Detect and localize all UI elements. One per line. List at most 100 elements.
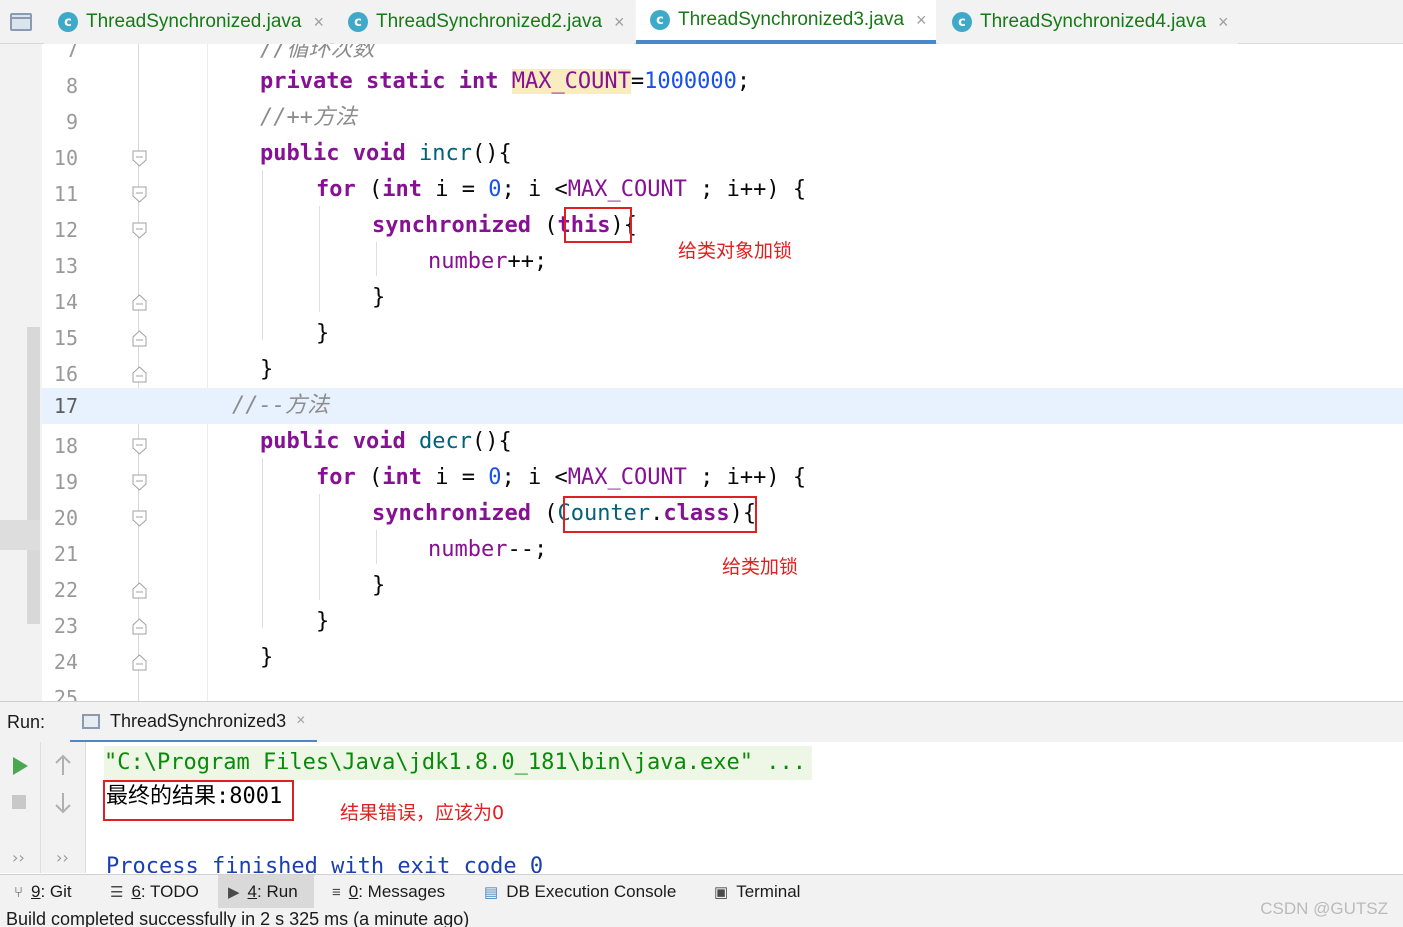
code-brace: } [372,285,386,310]
left-strip-marker [0,520,40,550]
code-comment: //++方法 [260,105,357,130]
code-brace: } [260,357,274,382]
java-class-icon: c [348,12,368,32]
expand-icon[interactable]: ›› [56,848,69,867]
fold-close-icon[interactable] [132,618,147,635]
tab-threadsynchronized3[interactable]: c ThreadSynchronized3.java × [636,0,936,44]
line-number: 10 [53,146,78,170]
run-tool-button[interactable]: ▶ 4: Run [218,875,314,909]
terminal-icon: ▣ [714,884,729,901]
code-brace: } [372,573,386,598]
close-icon[interactable]: × [313,12,324,33]
fold-open-icon[interactable] [132,150,147,167]
highlight-class-box [563,496,757,533]
code-brace: } [316,321,330,346]
fold-open-icon[interactable] [132,186,147,203]
line-number: 17 [53,394,78,418]
database-icon: ▤ [484,884,499,901]
code-line: 14 [42,284,1403,320]
tab-threadsynchronized4[interactable]: c ThreadSynchronized4.java × [938,0,1238,44]
terminal-tool-button[interactable]: ▣ Terminal [704,875,810,909]
line-number: 20 [53,506,78,530]
up-arrow-icon[interactable] [54,754,72,776]
tab-label: ThreadSynchronized.java [86,11,302,32]
line-number: 15 [53,326,78,350]
indent-guide [376,242,377,276]
messages-icon: ≡ [332,883,341,901]
status-bar: Build completed successfully in 2 s 325 … [0,908,1403,927]
line-number: 9 [65,110,78,134]
fold-open-icon[interactable] [132,474,147,491]
toolbar-separator [40,742,41,873]
code-max-count-decl: private static int MAX_COUNT=1000000; [260,69,751,94]
code-comment: //--方法 [232,393,329,418]
line-number: 7 [65,44,78,62]
fold-open-icon[interactable] [132,510,147,527]
indent-guide [262,170,263,340]
fold-close-icon[interactable] [132,330,147,347]
code-line: 23 [42,608,1403,644]
code-increment: number++; [428,249,548,274]
line-number: 13 [53,254,78,278]
line-number: 14 [53,290,78,314]
line-number: 8 [65,74,78,98]
messages-tool-button[interactable]: ≡ 0: Messages [322,875,455,909]
expand-icon[interactable]: ›› [12,848,25,867]
tab-threadsynchronized2[interactable]: c ThreadSynchronized2.java × [334,0,634,44]
close-icon[interactable]: × [1218,12,1229,33]
indent-guide [319,206,320,312]
code-line: 24 [42,644,1403,680]
code-method-decr: public void decr(){ [260,429,512,454]
editor-tab-bar: c ThreadSynchronized.java × c ThreadSync… [0,0,1403,44]
tab-label: ThreadSynchronized3.java [678,9,905,30]
console-exit-line: Process finished with exit code 0 [106,854,544,873]
code-line: 16 [42,356,1403,392]
fold-close-icon[interactable] [132,654,147,671]
close-icon[interactable]: × [296,712,305,730]
close-icon[interactable]: × [614,12,625,33]
tool-window-bar: ⑂ 9: Git ☰ 6: TODO ▶ 4: Run ≡ 0: Messages ▤ D… [0,874,1403,909]
console-command-line: "C:\Program Files\Java\jdk1.8.0_181\bin\… [104,746,812,780]
line-number: 22 [53,578,78,602]
db-console-tool-button[interactable]: ▤ DB Execution Console [474,875,686,909]
java-class-icon: c [650,10,670,30]
annotation-class: 给类加锁 [722,556,799,578]
run-toolbar: ›› ›› [0,742,86,873]
code-line: 10 [42,140,1403,176]
highlight-result-box [103,780,294,821]
left-strip-scrollbar[interactable] [27,327,40,624]
code-line: 25 [42,680,1403,701]
watermark: CSDN @GUTSZ [1260,899,1388,918]
line-number: 12 [53,218,78,242]
todo-tool-button[interactable]: ☰ 6: TODO [100,875,209,909]
code-editor[interactable]: 7 8 9 10 11 12 13 14 15 16 17 18 19 20 2… [0,44,1403,701]
tab-threadsynchronized[interactable]: c ThreadSynchronized.java × [44,0,330,44]
status-text: Build completed successfully in 2 s 325 … [6,909,470,927]
editor-tabs-icon[interactable] [10,13,32,31]
tab-label: ThreadSynchronized2.java [376,11,603,32]
annotation-result: 结果错误，应该为0 [340,802,505,824]
code-line: 15 [42,320,1403,356]
highlight-this-box [564,207,632,243]
run-panel-header: Run: ThreadSynchronized3 × [0,701,1403,743]
code-line: 9 [42,104,1403,140]
down-arrow-icon[interactable] [54,792,72,814]
line-number: 19 [53,470,78,494]
code-brace: } [260,645,274,670]
fold-close-icon[interactable] [132,294,147,311]
run-console[interactable]: ›› ›› "C:\Program Files\Java\jdk1.8.0_18… [0,742,1403,873]
fold-open-icon[interactable] [132,438,147,455]
tab-label: ThreadSynchronized4.java [980,11,1207,32]
console-icon [82,713,100,729]
code-for-loop: for (int i = 0; i <MAX_COUNT ; i++) { [316,465,807,490]
git-tool-button[interactable]: ⑂ 9: Git [4,875,82,909]
fold-open-icon[interactable] [132,222,147,239]
run-icon[interactable] [11,756,29,776]
fold-close-icon[interactable] [132,366,147,383]
fold-close-icon[interactable] [132,582,147,599]
run-config-tab[interactable]: ThreadSynchronized3 × [70,702,318,743]
close-icon[interactable]: × [916,10,927,31]
stop-icon[interactable] [11,794,27,810]
code-method-incr: public void incr(){ [260,141,512,166]
line-number: 21 [53,542,78,566]
